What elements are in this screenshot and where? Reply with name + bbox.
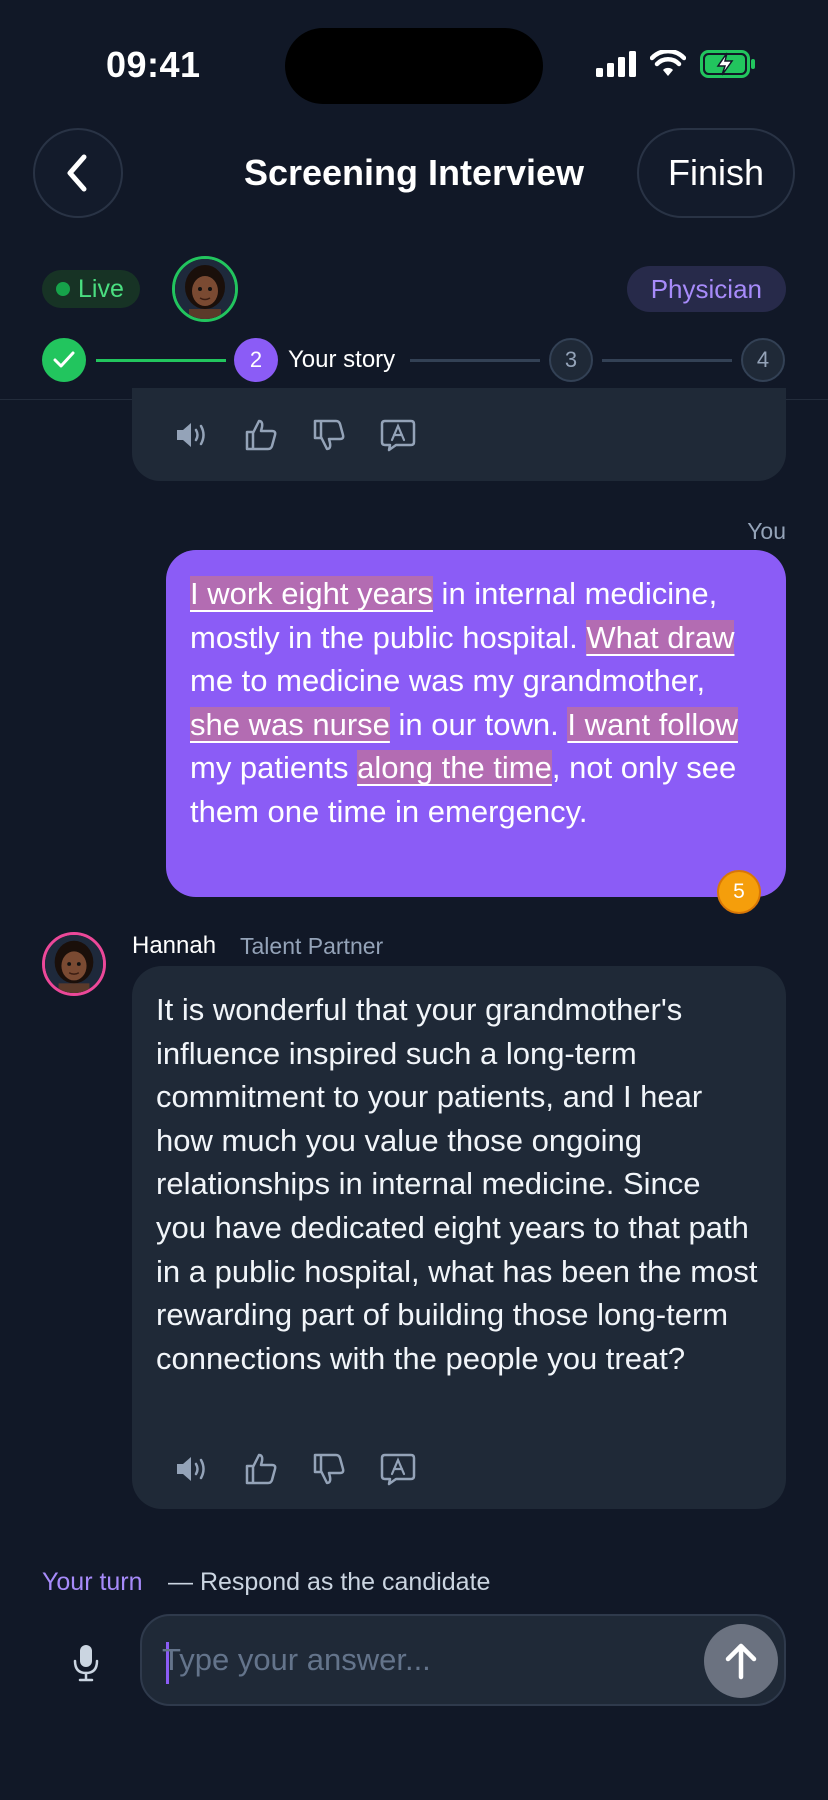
- speaker-icon[interactable]: [174, 1453, 210, 1485]
- step-3-number[interactable]: 3: [549, 338, 593, 382]
- speaker-icon[interactable]: [174, 419, 210, 451]
- role-badge: Physician: [626, 266, 786, 312]
- answer-input[interactable]: [162, 1616, 682, 1704]
- microphone-button[interactable]: [66, 1640, 106, 1686]
- thumbs-up-icon[interactable]: [244, 418, 278, 452]
- thumbs-up-icon[interactable]: [244, 1452, 278, 1486]
- status-time: 09:41: [106, 44, 201, 85]
- message-actions: [174, 1452, 416, 1486]
- translate-icon[interactable]: [380, 418, 416, 452]
- step-1-complete[interactable]: [42, 338, 86, 382]
- interviewer-avatar[interactable]: [172, 256, 238, 322]
- live-dot-icon: [56, 282, 70, 296]
- live-badge: Live: [42, 270, 140, 308]
- sender-label-you: You: [747, 518, 786, 544]
- error-highlight[interactable]: she was nurse: [190, 706, 390, 742]
- error-highlight[interactable]: I want follow: [567, 706, 738, 742]
- arrow-up-icon: [725, 1643, 757, 1680]
- send-button[interactable]: [704, 1624, 778, 1698]
- finish-button[interactable]: Finish: [637, 128, 795, 218]
- translate-icon[interactable]: [380, 1452, 416, 1486]
- ai-message-bubble: It is wonderful that your grandmother's …: [132, 966, 786, 1509]
- cellular-signal-icon: [596, 51, 636, 77]
- hannah-avatar[interactable]: [42, 932, 106, 996]
- message-text: me to medicine was my grandmother,: [190, 663, 706, 698]
- progress-stepper: 2 Your story 3 4: [0, 338, 828, 382]
- error-highlight[interactable]: What draw: [586, 619, 735, 655]
- message-actions: [174, 418, 416, 452]
- message-text: my patients: [190, 750, 358, 785]
- battery-charging-icon: [700, 50, 755, 78]
- step-connector: [96, 359, 226, 362]
- live-label: Live: [78, 274, 124, 303]
- thumbs-down-icon[interactable]: [312, 1452, 346, 1486]
- answer-input-container: [140, 1614, 786, 1706]
- microphone-icon: [73, 1645, 99, 1682]
- turn-subtitle: — Respond as the candidate: [168, 1568, 491, 1596]
- step-4-number[interactable]: 4: [741, 338, 785, 382]
- previous-ai-message: [132, 388, 786, 481]
- check-icon: [53, 351, 75, 368]
- step-2-number[interactable]: 2: [234, 338, 278, 382]
- error-highlight[interactable]: along the time: [357, 750, 552, 785]
- corrections-count-badge[interactable]: 5: [717, 870, 761, 914]
- avatar-icon: [175, 259, 235, 319]
- turn-label: Your turn: [42, 1568, 143, 1596]
- step-2-label: Your story: [288, 346, 396, 373]
- thumbs-down-icon[interactable]: [312, 418, 346, 452]
- ai-message-text: It is wonderful that your grandmother's …: [156, 992, 758, 1376]
- message-text: in our town.: [389, 706, 568, 742]
- step-connector: [602, 359, 732, 362]
- sender-role: Talent Partner: [240, 933, 384, 959]
- header: Screening Interview Finish: [0, 128, 828, 220]
- step-connector: [410, 359, 540, 362]
- wifi-icon: [650, 50, 686, 76]
- dynamic-island: [285, 28, 543, 104]
- avatar-icon: [45, 935, 103, 993]
- user-message-bubble[interactable]: I work eight years in internal medicine,…: [166, 550, 786, 897]
- status-icons: [596, 50, 756, 78]
- sender-name: Hannah: [132, 932, 217, 959]
- error-highlight[interactable]: I work eight years: [190, 576, 433, 611]
- status-bar: 09:41: [0, 0, 828, 120]
